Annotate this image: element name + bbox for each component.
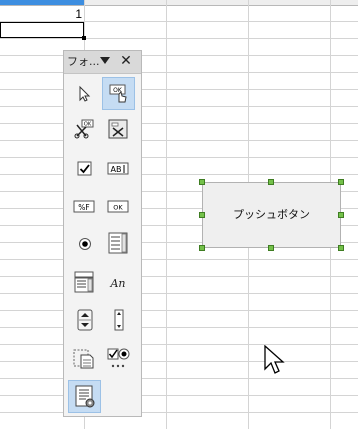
- label-field-button[interactable]: An: [102, 266, 135, 299]
- grid-row-line: [0, 293, 358, 294]
- grid-row-line: [0, 327, 358, 328]
- spreadsheet-canvas[interactable]: 1 プッシュボタン フォ... ✕ OK OK AB %F OK An: [0, 0, 358, 429]
- grid-row-line: [0, 174, 358, 175]
- label-an-icon: An: [109, 277, 125, 290]
- close-icon[interactable]: ✕: [119, 54, 133, 68]
- resize-handle-left[interactable]: [199, 212, 205, 218]
- form-controls-toolbar[interactable]: フォ... ✕ OK OK AB %F OK An: [63, 50, 142, 417]
- more-controls-icon: [107, 348, 130, 368]
- resize-handle-top-left[interactable]: [199, 179, 205, 185]
- fill-handle[interactable]: [82, 36, 86, 40]
- scrollbar-button[interactable]: [102, 304, 135, 337]
- combo-box-icon: [74, 271, 94, 293]
- list-box-icon: [108, 232, 128, 254]
- selected-column-header[interactable]: [0, 0, 85, 5]
- spin-button-button[interactable]: [68, 304, 101, 337]
- group-box-button[interactable]: [68, 342, 101, 375]
- combo-box-button[interactable]: [68, 266, 101, 299]
- ok-button-icon: OK: [107, 200, 129, 213]
- resize-handle-right[interactable]: [338, 212, 344, 218]
- resize-handle-top-right[interactable]: [338, 179, 344, 185]
- select-tool-button[interactable]: [68, 77, 101, 110]
- ok-icon-label: OK: [113, 204, 123, 212]
- active-cell-cursor[interactable]: [0, 22, 86, 40]
- checkbox-icon: [77, 161, 92, 176]
- spin-button-icon: [77, 309, 93, 331]
- resize-handle-bottom-right[interactable]: [338, 245, 344, 251]
- ok-icon-label: OK: [84, 122, 92, 128]
- grid-column-line: [166, 0, 167, 429]
- grid-row-line: [0, 106, 358, 107]
- fmt-icon-label: %F: [78, 203, 89, 212]
- grid-row-line: [0, 55, 358, 56]
- wizard-toolbox-icon: [108, 119, 128, 139]
- resize-handle-top[interactable]: [268, 179, 274, 185]
- resize-handle-bottom-left[interactable]: [199, 245, 205, 251]
- form-design-button[interactable]: [102, 113, 135, 146]
- design-mode-button[interactable]: OK: [102, 77, 135, 110]
- text-box-button[interactable]: AB: [102, 152, 135, 185]
- grid-row-line: [0, 140, 358, 141]
- grid-row-line: [0, 38, 358, 39]
- more-controls-button[interactable]: [102, 342, 135, 375]
- text-box-icon: AB: [107, 162, 129, 175]
- push-button-label: プッシュボタン: [233, 208, 310, 221]
- grid-row-line: [0, 361, 358, 362]
- toolbar-titlebar[interactable]: フォ... ✕: [64, 51, 141, 74]
- scissors-ok-icon: OK: [74, 119, 94, 139]
- grid-row-line: [0, 123, 358, 124]
- form-navigator-button[interactable]: [68, 380, 101, 413]
- cell-value[interactable]: 1: [0, 6, 82, 22]
- check-box-button[interactable]: [68, 152, 101, 185]
- grid-row-line: [0, 310, 358, 311]
- grid-row-line: [0, 378, 358, 379]
- an-icon-label: An: [109, 277, 125, 290]
- resize-handle-bottom[interactable]: [268, 245, 274, 251]
- grid-row-line: [0, 157, 358, 158]
- formatted-field-icon: %F: [73, 200, 95, 213]
- scrollbar-icon: [114, 309, 124, 331]
- grid-row-line: [0, 259, 358, 260]
- control-wizard-button[interactable]: OK: [68, 113, 101, 146]
- push-button-tool-button[interactable]: OK: [102, 190, 135, 223]
- ok-button-hand-icon: OK: [109, 84, 127, 103]
- radio-icon: [79, 238, 91, 250]
- list-box-button[interactable]: [102, 227, 135, 260]
- group-box-icon: [73, 349, 94, 369]
- option-button-button[interactable]: [68, 227, 101, 260]
- grid-row-line: [0, 72, 358, 73]
- grid-row-line: [0, 395, 358, 396]
- grid-row-line: [0, 276, 358, 277]
- abc-icon-label: AB: [111, 165, 122, 174]
- grid-row-line: [0, 412, 358, 413]
- mouse-pointer-icon: [264, 345, 285, 374]
- form-navigator-icon: [75, 385, 95, 408]
- grid-row-line: [0, 89, 358, 90]
- toolbar-title: フォ...: [67, 55, 100, 68]
- formatted-field-button[interactable]: %F: [68, 190, 101, 223]
- grid-row-line: [0, 344, 358, 345]
- toolbar-menu-icon[interactable]: [100, 57, 110, 64]
- push-button-control[interactable]: プッシュボタン: [202, 182, 341, 248]
- pointer-arrow-icon: [79, 85, 91, 102]
